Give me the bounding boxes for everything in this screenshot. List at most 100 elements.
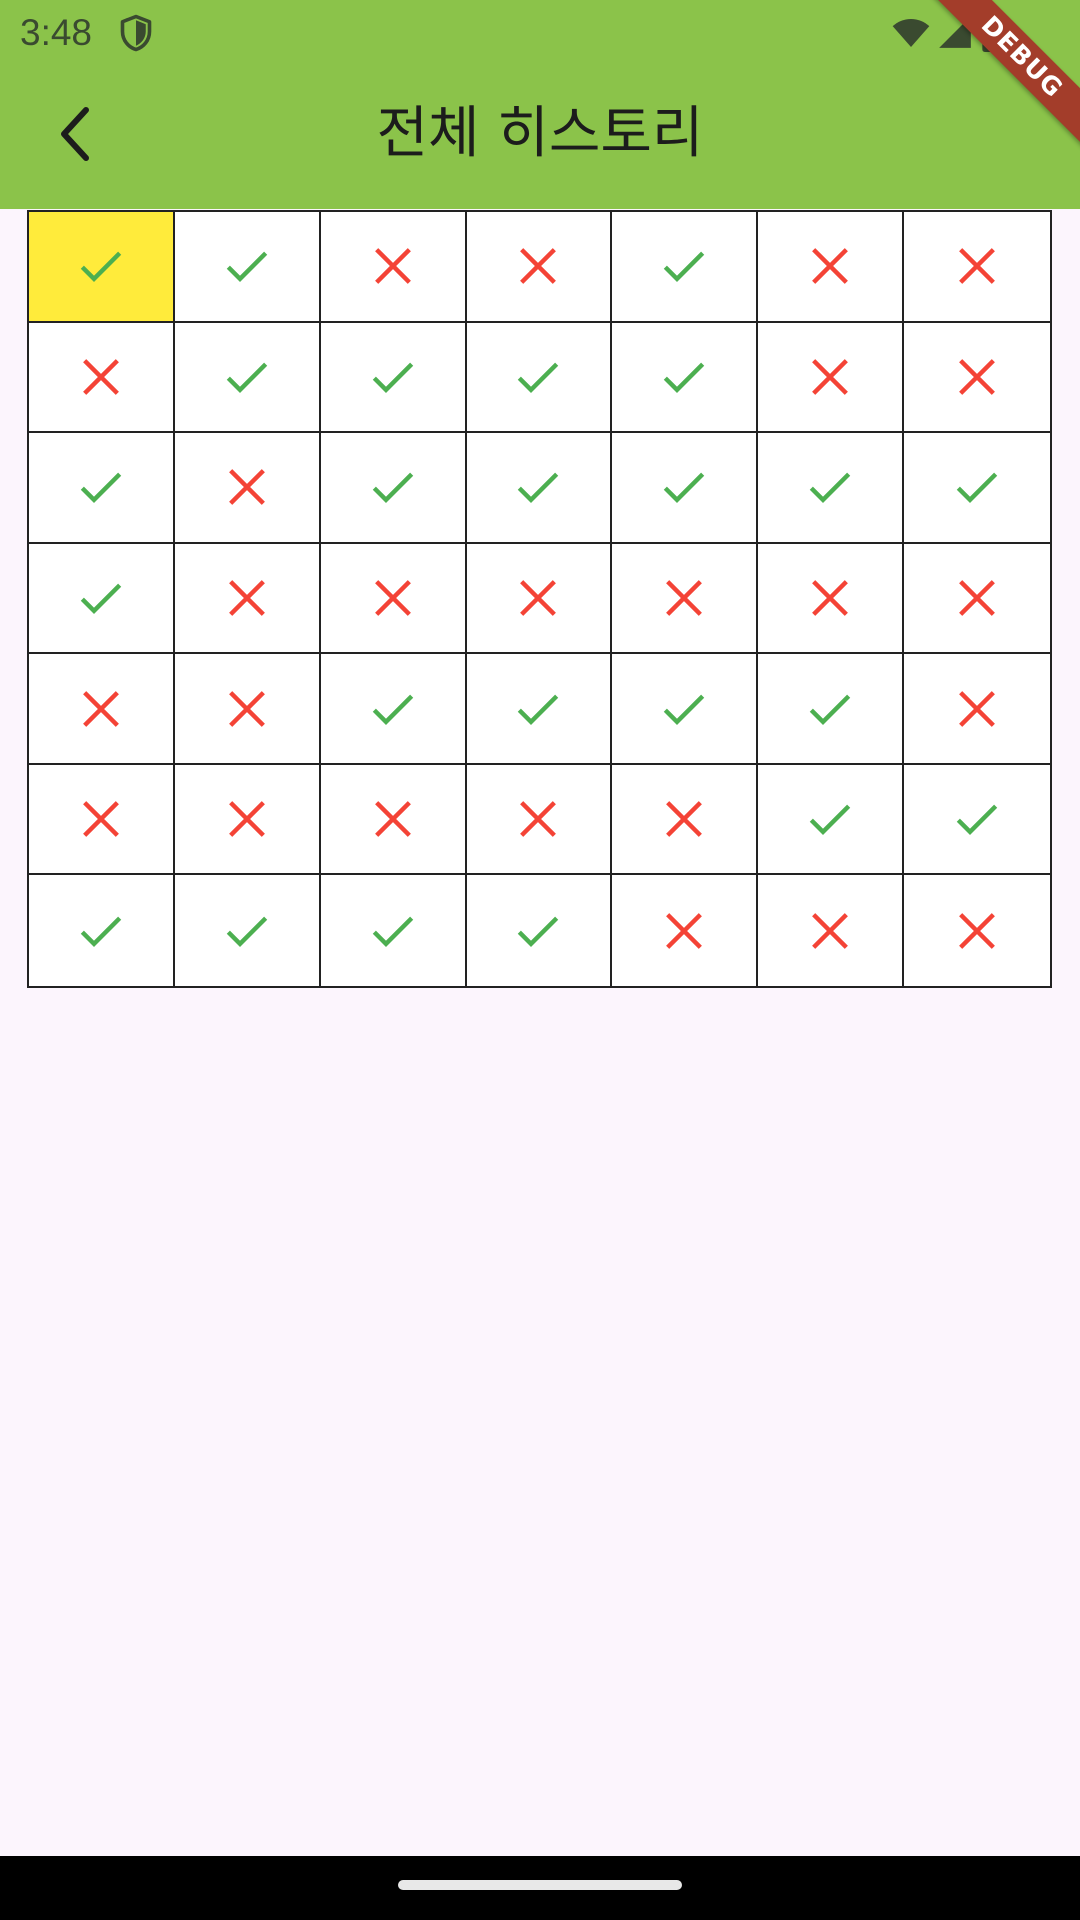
history-cell[interactable]: [612, 543, 759, 655]
history-cell[interactable]: [320, 875, 467, 986]
cross-icon: [83, 801, 119, 838]
history-cell[interactable]: [320, 322, 467, 434]
history-cell[interactable]: [758, 433, 905, 544]
history-cell[interactable]: [174, 212, 321, 323]
wifi-icon: [892, 19, 930, 47]
history-cell[interactable]: [612, 212, 759, 323]
cross-icon: [374, 580, 411, 616]
history-cell[interactable]: [612, 654, 759, 765]
history-cell[interactable]: [174, 654, 321, 765]
cross-icon: [228, 580, 265, 616]
history-cell[interactable]: [612, 433, 759, 544]
history-cell[interactable]: [466, 322, 613, 434]
check-icon: [80, 583, 122, 614]
check-icon: [809, 804, 851, 836]
cross-icon: [228, 801, 265, 838]
shield-icon: [120, 14, 152, 52]
page-title: 전체 히스토리: [376, 101, 704, 166]
history-cell[interactable]: [904, 433, 1050, 544]
history-cell[interactable]: [466, 433, 613, 544]
check-icon: [80, 251, 122, 283]
cross-icon: [812, 358, 849, 395]
cross-icon: [520, 801, 557, 838]
cross-icon: [812, 912, 849, 949]
check-icon: [372, 473, 413, 504]
history-cell[interactable]: [320, 654, 467, 765]
cross-icon: [374, 801, 411, 838]
history-cell[interactable]: [612, 875, 759, 986]
history-cell[interactable]: [29, 875, 175, 986]
cross-icon: [666, 912, 703, 949]
history-cell[interactable]: [904, 764, 1050, 876]
history-cell[interactable]: [320, 543, 467, 655]
history-cell[interactable]: [758, 322, 905, 434]
history-cell[interactable]: [904, 543, 1050, 655]
check-icon: [809, 473, 851, 504]
check-icon: [80, 473, 122, 504]
cross-icon: [666, 801, 703, 838]
check-icon: [809, 694, 851, 725]
history-cell[interactable]: [174, 433, 321, 544]
check-icon: [664, 694, 705, 725]
history-cell[interactable]: [320, 212, 467, 323]
cross-icon: [83, 690, 119, 727]
history-cell[interactable]: [29, 654, 175, 765]
cross-icon: [812, 580, 849, 616]
cross-icon: [666, 580, 703, 616]
check-icon: [956, 804, 998, 836]
home-gesture-handle[interactable]: [398, 1880, 682, 1890]
cross-icon: [959, 358, 995, 395]
history-cell[interactable]: [29, 322, 175, 434]
history-cell[interactable]: [174, 322, 321, 434]
history-cell[interactable]: [320, 433, 467, 544]
cross-icon: [520, 580, 557, 616]
check-icon: [956, 473, 998, 504]
history-cell[interactable]: [758, 654, 905, 765]
history-cell[interactable]: [758, 764, 905, 876]
history-cell[interactable]: [466, 875, 613, 986]
check-icon: [664, 251, 705, 283]
history-cell[interactable]: [320, 764, 467, 876]
history-cell[interactable]: [466, 764, 613, 876]
history-cell[interactable]: [612, 764, 759, 876]
check-icon: [226, 916, 267, 947]
history-cell[interactable]: [174, 875, 321, 986]
cross-icon: [959, 912, 995, 949]
check-icon: [226, 251, 267, 283]
check-icon: [664, 473, 705, 504]
history-cell[interactable]: [904, 322, 1050, 434]
history-cell[interactable]: [758, 875, 905, 986]
cross-icon: [228, 690, 265, 727]
check-icon: [372, 916, 413, 947]
history-cell[interactable]: [904, 654, 1050, 765]
history-cell[interactable]: [612, 322, 759, 434]
history-cell[interactable]: [904, 875, 1050, 986]
cross-icon: [959, 580, 995, 616]
history-cell[interactable]: [904, 212, 1050, 323]
history-cell[interactable]: [174, 764, 321, 876]
check-icon: [518, 694, 559, 725]
history-cell[interactable]: [29, 764, 175, 876]
signal-icon: [939, 16, 971, 48]
cross-icon: [83, 358, 119, 395]
history-cell[interactable]: [758, 543, 905, 655]
battery-icon: [982, 12, 1006, 52]
cross-icon: [959, 248, 995, 285]
history-cell[interactable]: [29, 433, 175, 544]
check-icon: [518, 473, 559, 504]
check-icon: [80, 916, 122, 947]
history-cell[interactable]: [29, 543, 175, 655]
history-cell[interactable]: [29, 212, 175, 323]
cross-icon: [812, 248, 849, 285]
history-cell[interactable]: [174, 543, 321, 655]
check-icon: [664, 362, 705, 393]
history-cell[interactable]: [466, 654, 613, 765]
history-cell[interactable]: [466, 212, 613, 323]
check-icon: [518, 916, 559, 947]
cross-icon: [228, 469, 265, 506]
check-icon: [372, 362, 413, 393]
app-bar: 3:48 전체 히스토리: [0, 0, 1080, 209]
history-cell[interactable]: [758, 212, 905, 323]
history-cell[interactable]: [466, 543, 613, 655]
history-grid: [27, 210, 1052, 988]
